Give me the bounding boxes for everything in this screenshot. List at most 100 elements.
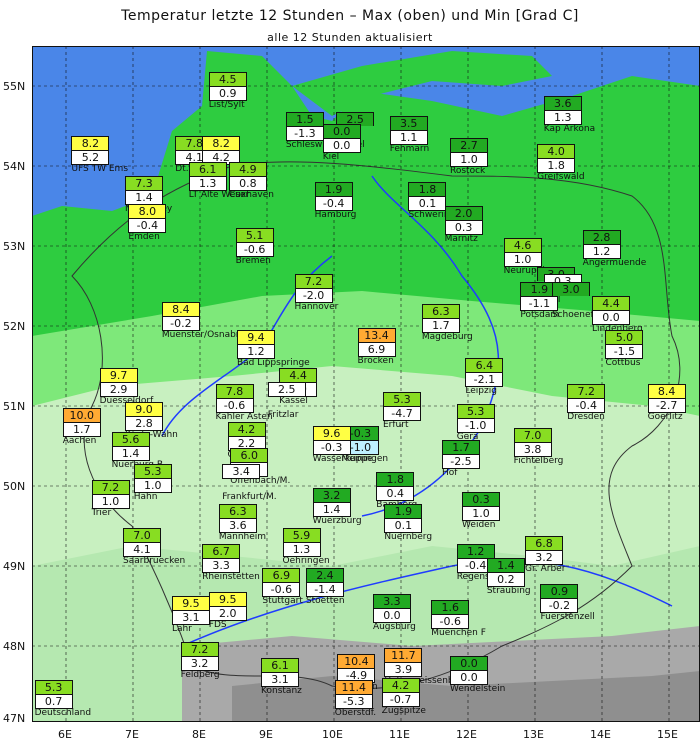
station-name: Straubing bbox=[486, 586, 531, 597]
station-max-value: 1.4 bbox=[486, 558, 525, 573]
map-title: Temperatur letzte 12 Stunden – Max (oben… bbox=[121, 8, 579, 24]
station-17: 2.0 0.3 Marnitz bbox=[444, 206, 483, 244]
station-max-value: 7.0 bbox=[513, 428, 552, 442]
station-0: 4.5 0.9 List/Sylt bbox=[208, 72, 247, 110]
station-min-value: 4.1 bbox=[123, 542, 162, 557]
station-10: 0.0 0.0 Kiel bbox=[322, 124, 361, 162]
station-46: 5.61.4Nuerburg B. bbox=[111, 432, 166, 470]
station-38: 5.3 -4.7 Erfurt bbox=[383, 392, 421, 430]
station-49: 1.7 -2.5 Hof bbox=[441, 440, 480, 478]
station-max-value: 8.2 bbox=[202, 136, 241, 150]
station-min-value: 0.9 bbox=[208, 86, 247, 101]
station-name: Deutschland bbox=[34, 708, 92, 718]
lon-label-6: 6E bbox=[58, 728, 72, 741]
station-min-value: -0.3 bbox=[312, 440, 351, 456]
station-max-value: 7.8 bbox=[215, 384, 254, 398]
station-min-value: -2.5 bbox=[441, 454, 480, 469]
lon-label-9: 9E bbox=[259, 728, 273, 741]
station-min-value: -0.4 bbox=[567, 398, 606, 413]
station-name: Saarbruecken bbox=[123, 556, 186, 566]
station-70: 1.6 -0.6 Muenchen F bbox=[431, 600, 486, 638]
station-name: Stuttgart bbox=[262, 596, 303, 606]
station-min-value: 0.0 bbox=[372, 607, 411, 623]
station-28: 6.3 1.7 Magdeburg bbox=[421, 304, 473, 342]
station-name: Marnitz bbox=[444, 234, 478, 245]
station-max-value: 3.5 bbox=[389, 116, 428, 130]
lon-label-10: 10E bbox=[322, 728, 343, 741]
station-max-value: 4.9 bbox=[228, 162, 267, 177]
station-max-value: 4.2 bbox=[381, 678, 420, 693]
station-1: 8.2 5.2 UFS TW Ems bbox=[71, 136, 128, 174]
station-max-value: 9.7 bbox=[99, 368, 138, 382]
station-29: 13.4 6.9 Brocken bbox=[357, 328, 396, 366]
station-max-value: 5.3 bbox=[34, 680, 73, 694]
station-59: 5.9 1.3 Oehringen bbox=[282, 528, 330, 566]
station-name: Cottbus bbox=[605, 357, 641, 368]
station-9: 1.5 -1.3 Schleswig bbox=[285, 112, 331, 150]
station-16: 1.8 0.1 Schwerin bbox=[408, 181, 450, 220]
station-max-value: 5.3 bbox=[133, 464, 172, 478]
station-27: 9.4 1.2 Bad Lippspringe bbox=[236, 329, 310, 368]
station-name: Leipzig bbox=[465, 386, 497, 397]
station-26: 8.4 -0.2 Muenster/Osnabr. bbox=[161, 301, 242, 340]
station-max-value: 2.4 bbox=[305, 568, 344, 582]
temperature-map: 4.50.9List/Sylt8.25.2UFS TW Ems7.84.1Dt.… bbox=[32, 46, 700, 722]
station-max-value: 9.5 bbox=[208, 592, 247, 606]
station-name: Stoetten bbox=[305, 596, 345, 606]
station-max-value: 2.7 bbox=[450, 137, 488, 152]
station-max-value: 7.2 bbox=[180, 641, 219, 656]
station-max-value: 4.4 bbox=[592, 296, 631, 310]
station-min-value: 0.0 bbox=[592, 310, 631, 325]
station-max-value: 5.3 bbox=[383, 392, 421, 406]
station-name: Trier bbox=[91, 508, 112, 518]
lat-label-49: 49N bbox=[3, 560, 26, 573]
station-max-value: 1.8 bbox=[376, 472, 415, 486]
lon-label-13: 13E bbox=[523, 728, 544, 741]
station-min-value: 3.2 bbox=[180, 655, 219, 671]
station-max-value: 8.4 bbox=[647, 384, 686, 398]
station-45: 5.3 -1.0 Gera bbox=[456, 404, 495, 442]
station-min-value: 0.0 bbox=[322, 138, 361, 153]
station-min-value: 0.1 bbox=[408, 195, 447, 211]
station-max-value: 4.5 bbox=[208, 72, 247, 86]
station-name: Rostock bbox=[450, 165, 486, 176]
station-max-value: 9.0 bbox=[125, 402, 164, 417]
station-max-value: 3.6 bbox=[543, 96, 582, 110]
station-name: Hamburg bbox=[314, 209, 357, 220]
station-max-value: 3.0 bbox=[551, 281, 590, 296]
station-name: Muenster/Osnabr. bbox=[161, 329, 242, 340]
station-63: 1.4 0.2 Straubing bbox=[486, 558, 531, 596]
station-min-value: 0.3 bbox=[444, 220, 483, 236]
station-max-value: 7.2 bbox=[294, 274, 333, 289]
station-max-value: 4.2 bbox=[227, 422, 266, 437]
station-14: 4.0 1.8 Greifswald bbox=[537, 144, 585, 182]
station-min-value: -4.7 bbox=[383, 406, 421, 421]
station-37: 7.8 -0.6 Kahler Asten bbox=[215, 384, 273, 422]
station-min-value: -0.6 bbox=[431, 614, 470, 629]
lon-label-15: 15E bbox=[657, 728, 678, 741]
station-4: 7.31.4Norderney bbox=[125, 176, 172, 214]
station-name: Greifswald bbox=[537, 172, 585, 182]
station-name: Muenchen F bbox=[431, 628, 486, 638]
station-name: Wasserkuppe bbox=[312, 454, 373, 465]
lat-label-52: 52N bbox=[3, 320, 26, 333]
station-max-value: 6.7 bbox=[202, 544, 241, 558]
lat-label-53: 53N bbox=[3, 240, 26, 253]
station-min-value: -1.0 bbox=[456, 418, 495, 433]
station-6: 6.1 1.3 LT Alte Weser bbox=[188, 162, 249, 200]
station-max-value: 1.2 bbox=[456, 544, 495, 558]
station-max-value: 6.8 bbox=[525, 536, 564, 550]
station-name: Frankfurt/M. bbox=[222, 492, 277, 502]
station-71: 11.7 3.9 Hohenpeissenberg bbox=[384, 648, 468, 686]
station-7: 8.0 -0.4 Emden bbox=[128, 204, 167, 242]
station-min-value: 1.7 bbox=[62, 422, 101, 437]
station-name: Emden bbox=[128, 232, 160, 242]
station-24: 3.0 Schoenefeld bbox=[551, 281, 607, 320]
station-max-value: 2.0 bbox=[444, 206, 483, 221]
station-name: Hahn bbox=[133, 492, 158, 502]
station-41: 10.0 1.7 Aachen bbox=[62, 408, 101, 446]
station-max-value: 3.2 bbox=[312, 488, 351, 502]
station-max-value: 2.8 bbox=[582, 229, 621, 244]
station-max-value: 8.0 bbox=[128, 204, 167, 218]
station-30: 4.40.0Lindenberg bbox=[592, 296, 643, 334]
